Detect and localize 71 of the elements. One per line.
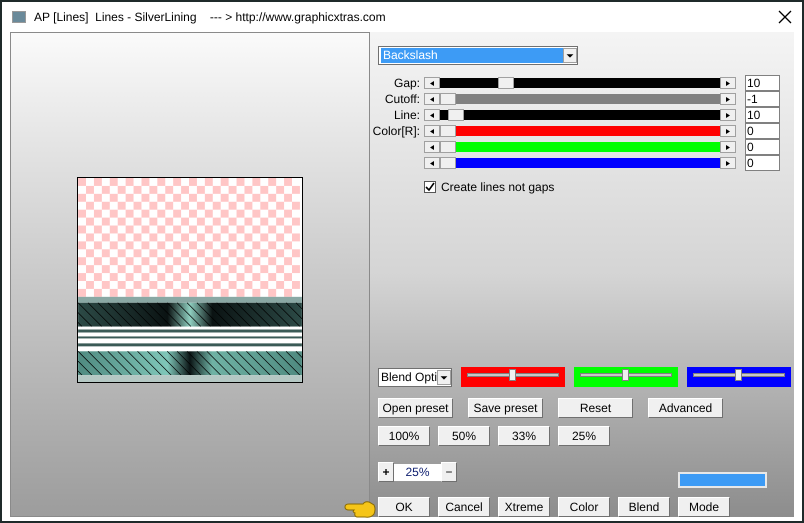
scroll-left-button[interactable] [424, 109, 440, 121]
scroll-right-button[interactable] [720, 109, 736, 121]
right-arrow-icon [726, 112, 730, 118]
preset-button[interactable]: Advanced [648, 398, 723, 418]
dialog-button[interactable]: Cancel [438, 497, 490, 517]
slider-label: Line: [394, 109, 420, 121]
zoom-field[interactable]: 25% [394, 464, 441, 480]
preset-button[interactable]: Save preset [468, 398, 543, 418]
dialog-button[interactable]: Xtreme [498, 497, 550, 517]
zoom-out-button[interactable]: − [441, 462, 457, 482]
preset-button[interactable]: Open preset [378, 398, 453, 418]
value-field[interactable]: 0 [745, 123, 780, 139]
value-field[interactable]: -1 [745, 91, 780, 107]
right-arrow-icon [726, 96, 730, 102]
left-arrow-icon [430, 144, 434, 150]
slider-thumb[interactable] [440, 141, 456, 153]
window-title: AP [Lines] Lines - SilverLining --- > http://www.graphicxtras.com [34, 9, 386, 26]
scroll-left-button[interactable] [424, 141, 440, 153]
slider-thumb[interactable] [440, 157, 456, 169]
zoom-button[interactable]: 25% [558, 426, 610, 446]
value-field[interactable]: 0 [745, 155, 780, 171]
preset-button[interactable]: Reset [558, 398, 633, 418]
checkbox[interactable] [424, 181, 436, 193]
right-arrow-icon [726, 144, 730, 150]
dropdown-value: Backslash [381, 48, 563, 63]
slider-label: Cutoff: [384, 93, 420, 105]
left-arrow-icon [430, 80, 434, 86]
value-field[interactable]: 10 [745, 75, 780, 91]
zoom-button[interactable]: 33% [498, 426, 550, 446]
right-arrow-icon [726, 160, 730, 166]
dropdown-value: Blend Opti [380, 369, 438, 386]
value-field[interactable]: 0 [745, 139, 780, 155]
right-arrow-icon [726, 128, 730, 134]
app-icon [12, 11, 26, 23]
left-arrow-icon [430, 112, 434, 118]
caret-icon [437, 370, 451, 384]
dialog-button[interactable]: Color [558, 497, 610, 517]
zoom-in-button[interactable]: + [378, 462, 394, 482]
close-icon[interactable] [778, 10, 792, 24]
scroll-right-button[interactable] [720, 93, 736, 105]
right-arrow-icon [726, 80, 730, 86]
left-arrow-icon [430, 96, 434, 102]
blend-slider-thumb[interactable] [509, 369, 516, 381]
slider-label: Gap: [394, 77, 420, 89]
scroll-right-button[interactable] [720, 125, 736, 137]
blend-dropdown[interactable]: Blend Opti [378, 368, 452, 386]
dialog-button[interactable]: Blend [618, 497, 670, 517]
scroll-right-button[interactable] [720, 157, 736, 169]
scroll-right-button[interactable] [720, 141, 736, 153]
zoom-button[interactable]: 100% [378, 426, 430, 446]
scroll-left-button[interactable] [424, 125, 440, 137]
value-field[interactable]: 10 [745, 107, 780, 123]
scroll-left-button[interactable] [424, 157, 440, 169]
pointing-hand-icon [343, 499, 377, 519]
checkbox-label: Create lines not gaps [441, 179, 554, 196]
scroll-left-button[interactable] [424, 93, 440, 105]
blend-slider-thumb[interactable] [622, 369, 629, 381]
dialog-button[interactable]: OK [378, 497, 430, 517]
blend-slider-thumb[interactable] [735, 369, 742, 381]
slider-thumb[interactable] [448, 109, 464, 121]
slider-thumb[interactable] [498, 77, 514, 89]
slider-label: Color[R]: [372, 125, 420, 137]
slider-thumb[interactable] [440, 125, 456, 137]
left-arrow-icon [430, 160, 434, 166]
scroll-right-button[interactable] [720, 77, 736, 89]
left-arrow-icon [430, 128, 434, 134]
zoom-button[interactable]: 50% [438, 426, 490, 446]
slider-thumb[interactable] [440, 93, 456, 105]
scroll-left-button[interactable] [424, 77, 440, 89]
caret-icon [563, 48, 577, 63]
dialog-button[interactable]: Mode [678, 497, 730, 517]
